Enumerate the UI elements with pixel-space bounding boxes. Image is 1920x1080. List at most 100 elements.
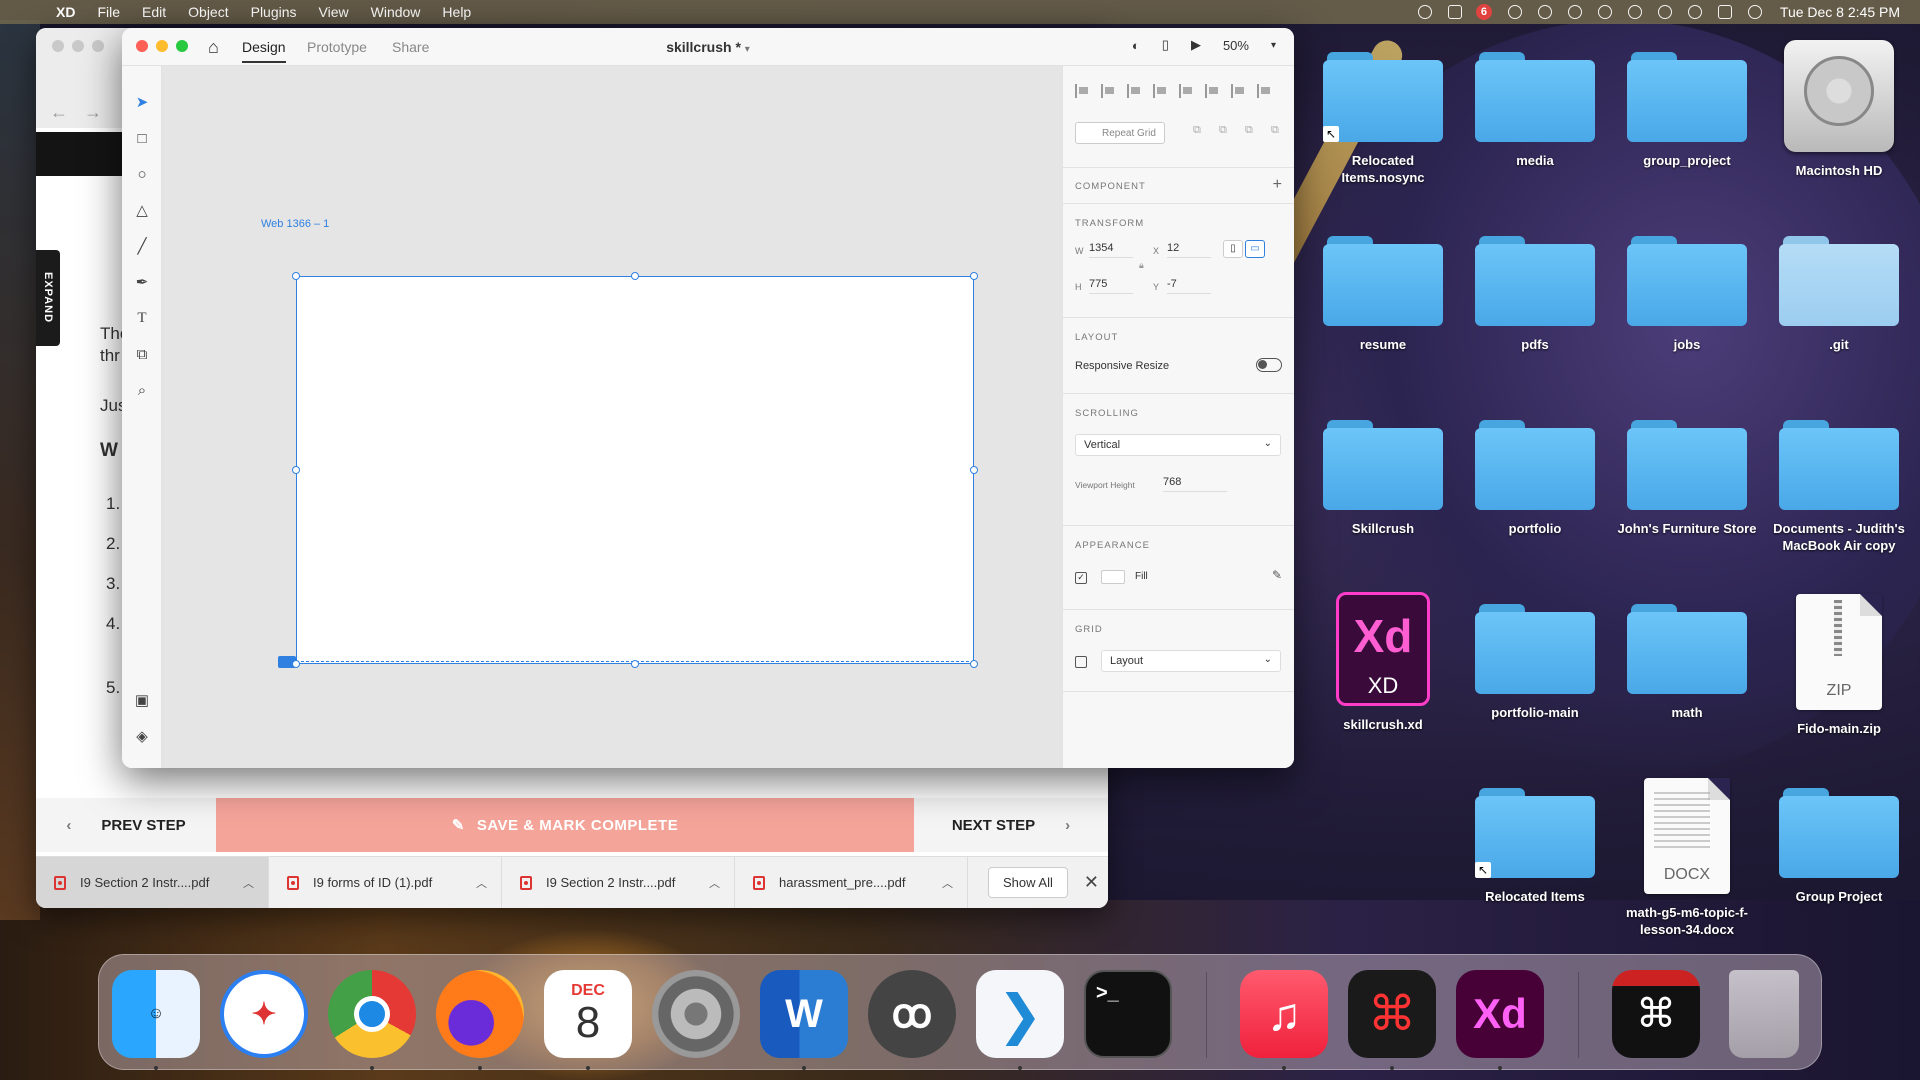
portrait-icon[interactable]: ▯ <box>1223 240 1243 258</box>
user-icon[interactable] <box>1627 5 1642 19</box>
expand-sidebar-tab[interactable]: EXPAND <box>36 250 60 346</box>
polygon-tool-icon[interactable]: △ <box>134 202 150 219</box>
finder-icon[interactable]: ☺ <box>112 970 200 1058</box>
menu-edit[interactable]: Edit <box>142 4 166 20</box>
info-icon[interactable] <box>1507 5 1522 19</box>
desktop-icon[interactable]: Xd XD skillcrush.xd <box>1310 592 1456 733</box>
device-preview-icon[interactable]: ▯ <box>1162 37 1169 53</box>
terminal-icon[interactable]: >_ <box>1084 970 1172 1058</box>
close-icon[interactable]: ✕ <box>1084 872 1099 893</box>
ellipse-tool-icon[interactable]: ○ <box>134 166 150 183</box>
trash-icon[interactable] <box>1729 970 1799 1058</box>
resize-handle[interactable] <box>970 466 978 474</box>
desktop-icon[interactable]: John's Furniture Store <box>1614 420 1760 537</box>
align-bottom-icon[interactable] <box>1127 84 1141 98</box>
artboard[interactable] <box>296 276 974 664</box>
minimize-window-button[interactable] <box>156 40 168 52</box>
notification-badge[interactable]: 6 <box>1475 4 1492 20</box>
headphones-icon[interactable] <box>1537 5 1552 19</box>
time-machine-icon[interactable] <box>1657 5 1672 19</box>
align-middle-icon[interactable] <box>1101 84 1115 98</box>
distribute-vertical-icon[interactable] <box>1153 84 1167 98</box>
grid-type-select[interactable]: Layout ⌄ <box>1101 650 1281 672</box>
tab-design[interactable]: Design <box>242 39 286 63</box>
width-field[interactable]: 1354 <box>1089 242 1133 258</box>
x-field[interactable]: 12 <box>1167 242 1211 258</box>
desktop-icon[interactable]: portfolio <box>1462 420 1608 537</box>
menu-file[interactable]: File <box>97 4 120 20</box>
landscape-icon[interactable]: ▭ <box>1245 240 1265 258</box>
desktop-icon[interactable]: media <box>1462 52 1608 169</box>
resize-handle[interactable] <box>292 272 300 280</box>
menu-app-name[interactable]: XD <box>56 4 75 20</box>
desktop-icon[interactable]: Group Project <box>1766 788 1912 905</box>
chevron-up-icon[interactable]: ︿ <box>942 875 953 891</box>
chevron-up-icon[interactable]: ︿ <box>243 875 254 891</box>
desktop-icon[interactable]: ZIP Fido-main.zip <box>1766 594 1912 737</box>
maximize-window-button[interactable] <box>176 40 188 52</box>
layers-icon[interactable]: ◈ <box>134 728 150 745</box>
eyedropper-icon[interactable]: ✎ <box>1272 568 1282 582</box>
boolean-exclude-icon[interactable]: ⧉ <box>1271 124 1279 137</box>
lock-aspect-icon[interactable]: 🔒︎ <box>1139 260 1144 271</box>
menu-object[interactable]: Object <box>188 4 228 20</box>
desktop-icon[interactable]: portfolio-main <box>1462 604 1608 721</box>
fill-swatch[interactable] <box>1101 570 1125 584</box>
select-tool-icon[interactable]: ➤ <box>134 94 150 111</box>
zoom-level[interactable]: 50% <box>1223 38 1249 53</box>
creative-cloud-icon[interactable] <box>1417 5 1432 19</box>
word-icon[interactable]: W <box>760 970 848 1058</box>
menu-clock[interactable]: Tue Dec 8 2:45 PM <box>1780 4 1900 20</box>
chevron-up-icon[interactable]: ︿ <box>476 875 487 891</box>
boolean-add-icon[interactable]: ⧉ <box>1193 124 1201 137</box>
document-title-text[interactable]: skillcrush * <box>666 39 741 55</box>
desktop-icon[interactable]: jobs <box>1614 236 1760 353</box>
dropbox-icon[interactable] <box>1447 5 1462 19</box>
align-left-icon[interactable] <box>1179 84 1193 98</box>
acrobat-icon[interactable]: ⌘ <box>1348 970 1436 1058</box>
mamp-icon[interactable]: ꝏ <box>868 970 956 1058</box>
boolean-subtract-icon[interactable]: ⧉ <box>1219 124 1227 137</box>
desktop-icon[interactable]: math <box>1614 604 1760 721</box>
pen-tool-icon[interactable]: ✒ <box>134 274 150 291</box>
resize-handle[interactable] <box>631 660 639 668</box>
line-tool-icon[interactable]: ╱ <box>134 238 150 255</box>
tab-share[interactable]: Share <box>392 39 429 55</box>
plugins-icon[interactable]: ▬ <box>134 764 150 769</box>
prev-step-button[interactable]: ‹ PREV STEP <box>36 798 216 852</box>
height-field[interactable]: 775 <box>1089 278 1133 294</box>
chevron-up-icon[interactable]: ︿ <box>709 875 720 891</box>
desktop-icon[interactable]: group_project <box>1614 52 1760 169</box>
desktop-icon[interactable]: ↖ Relocated Items <box>1462 788 1608 905</box>
fill-checkbox[interactable]: ✓ <box>1075 572 1087 584</box>
download-item[interactable]: I9 Section 2 Instr....pdf ︿ <box>502 856 735 908</box>
align-top-icon[interactable] <box>1075 84 1089 98</box>
artboard-tool-icon[interactable]: ⧉ <box>134 346 150 363</box>
bluetooth-icon[interactable] <box>1567 5 1582 19</box>
download-item[interactable]: harassment_pre....pdf ︿ <box>735 856 968 908</box>
menu-plugins[interactable]: Plugins <box>251 4 297 20</box>
resize-handle[interactable] <box>292 660 300 668</box>
firefox-icon[interactable] <box>436 970 524 1058</box>
design-canvas[interactable]: Web 1366 – 1 <box>162 66 1062 768</box>
responsive-resize-toggle[interactable] <box>1256 358 1282 372</box>
show-all-button[interactable]: Show All <box>988 867 1068 898</box>
assets-icon[interactable]: ▣ <box>134 692 150 709</box>
safari-icon[interactable]: ✦ <box>220 970 308 1058</box>
desktop-icon[interactable]: pdfs <box>1462 236 1608 353</box>
align-center-icon[interactable] <box>1205 84 1219 98</box>
grid-checkbox[interactable] <box>1075 656 1087 668</box>
viewport-height-field[interactable]: 768 <box>1163 476 1227 492</box>
system-preferences-icon[interactable] <box>652 970 740 1058</box>
desktop-icon[interactable]: Documents - Judith's MacBook Air copy <box>1766 420 1912 554</box>
chevron-down-icon[interactable]: ▾ <box>1271 40 1276 51</box>
control-center-icon[interactable] <box>1717 5 1732 19</box>
share-user-icon[interactable]: ◐ <box>1132 38 1140 53</box>
tab-prototype[interactable]: Prototype <box>307 39 367 55</box>
zoom-tool-icon[interactable]: ⌕ <box>134 382 150 399</box>
apple-menu-icon[interactable] <box>22 4 38 20</box>
chevron-down-icon[interactable]: ▾ <box>745 44 750 55</box>
desktop-icon[interactable]: .git <box>1766 236 1912 353</box>
desktop-icon[interactable]: Macintosh HD <box>1766 40 1912 179</box>
rectangle-tool-icon[interactable]: □ <box>134 130 150 147</box>
